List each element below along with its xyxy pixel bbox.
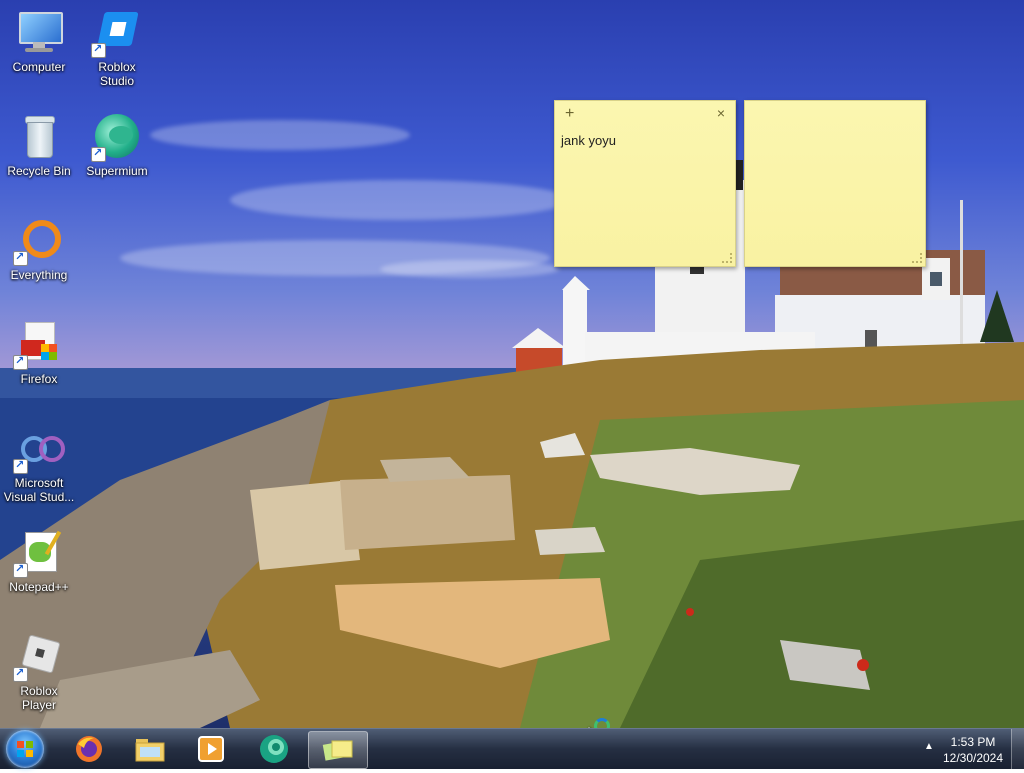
desktop-icon-label: Roblox Studio [98, 60, 136, 88]
desktop-icon-label: Computer [12, 60, 66, 74]
desktop-icon-roblox-studio[interactable]: Roblox Studio [78, 0, 156, 96]
sticky-note-titlebar[interactable]: + × [555, 101, 735, 127]
computer-icon [15, 8, 63, 56]
add-note-icon[interactable]: + [565, 105, 574, 123]
recycle-bin-icon [15, 112, 63, 160]
clock-time: 1:53 PM [950, 735, 996, 749]
desktop[interactable]: Computer Roblox Studio Recycle Bin Super… [0, 0, 1024, 728]
shortcut-arrow-icon [13, 458, 28, 474]
show-desktop-button[interactable] [1011, 729, 1024, 769]
desktop-icon-visual-studio[interactable]: Microsoft Visual Stud... [0, 416, 78, 512]
sticky-note-2[interactable] [744, 100, 926, 267]
taskbar: ▲ 1:53 PM 12/30/2024 [0, 728, 1024, 769]
taskbar-explorer-button[interactable] [121, 731, 179, 767]
busy-cursor-icon [594, 718, 610, 728]
desktop-icon-label: Firefox [20, 372, 58, 386]
shortcut-arrow-icon [91, 42, 106, 58]
desktop-icon-label: Notepad++ [9, 580, 69, 594]
sticky-notes-icon [322, 740, 353, 761]
desktop-icon-supermium[interactable]: Supermium [78, 104, 156, 200]
shortcut-arrow-icon [13, 562, 28, 578]
visual-studio-icon [13, 424, 65, 474]
file-explorer-icon [135, 739, 165, 762]
firefox-icon [76, 736, 102, 762]
windows-logo-icon [17, 741, 33, 757]
desktop-icon-label: Microsoft Visual Stud... [3, 476, 75, 504]
desktop-icon-notepadpp[interactable]: Notepad++ [0, 520, 78, 616]
taskbar-firefox-button[interactable] [60, 731, 118, 767]
desktop-icon-roblox-player[interactable]: Roblox Player [0, 624, 78, 720]
clock[interactable]: 1:53 PM 12/30/2024 [936, 734, 1010, 766]
desktop-icon-computer[interactable]: Computer [0, 0, 78, 96]
roblox-player-icon [13, 632, 63, 682]
desktop-icon-recycle-bin[interactable]: Recycle Bin [0, 104, 78, 200]
sticky-note-text[interactable]: jank yoyu [555, 127, 735, 154]
desktop-icon-firefox[interactable]: Firefox [0, 312, 78, 408]
shortcut-arrow-icon [13, 250, 28, 266]
shortcut-arrow-icon [91, 146, 106, 162]
firefox-pdf-icon [13, 320, 63, 370]
sticky-note-titlebar[interactable] [745, 101, 925, 127]
clock-date: 12/30/2024 [942, 751, 1004, 765]
sticky-note-1[interactable]: + × jank yoyu [554, 100, 736, 267]
notepadpp-icon [13, 528, 63, 578]
desktop-icon-everything[interactable]: Everything [0, 208, 78, 304]
everything-icon [13, 216, 63, 266]
taskbar-sticky-notes-button[interactable] [308, 731, 368, 769]
desktop-icon-label: Recycle Bin [7, 164, 71, 178]
resize-grip-icon[interactable] [722, 253, 732, 263]
show-hidden-icons-icon[interactable]: ▲ [924, 741, 934, 752]
desktop-icon-label: Supermium [86, 164, 148, 178]
close-icon[interactable]: × [717, 105, 725, 121]
sticky-note-text[interactable] [745, 127, 925, 139]
windows-start-icon[interactable] [6, 730, 44, 768]
shortcut-arrow-icon [13, 666, 28, 682]
taskbar-media-player-button[interactable] [182, 731, 240, 767]
media-player-icon [198, 736, 224, 762]
desktop-icon-label: Everything [10, 268, 68, 282]
roblox-studio-icon [91, 8, 141, 58]
shortcut-arrow-icon [13, 354, 28, 370]
resize-grip-icon[interactable] [912, 253, 922, 263]
supermium-icon [91, 112, 141, 162]
taskbar-supermium-button[interactable] [245, 731, 303, 767]
supermium-icon [260, 735, 288, 763]
desktop-icon-label: Roblox Player [20, 684, 58, 712]
